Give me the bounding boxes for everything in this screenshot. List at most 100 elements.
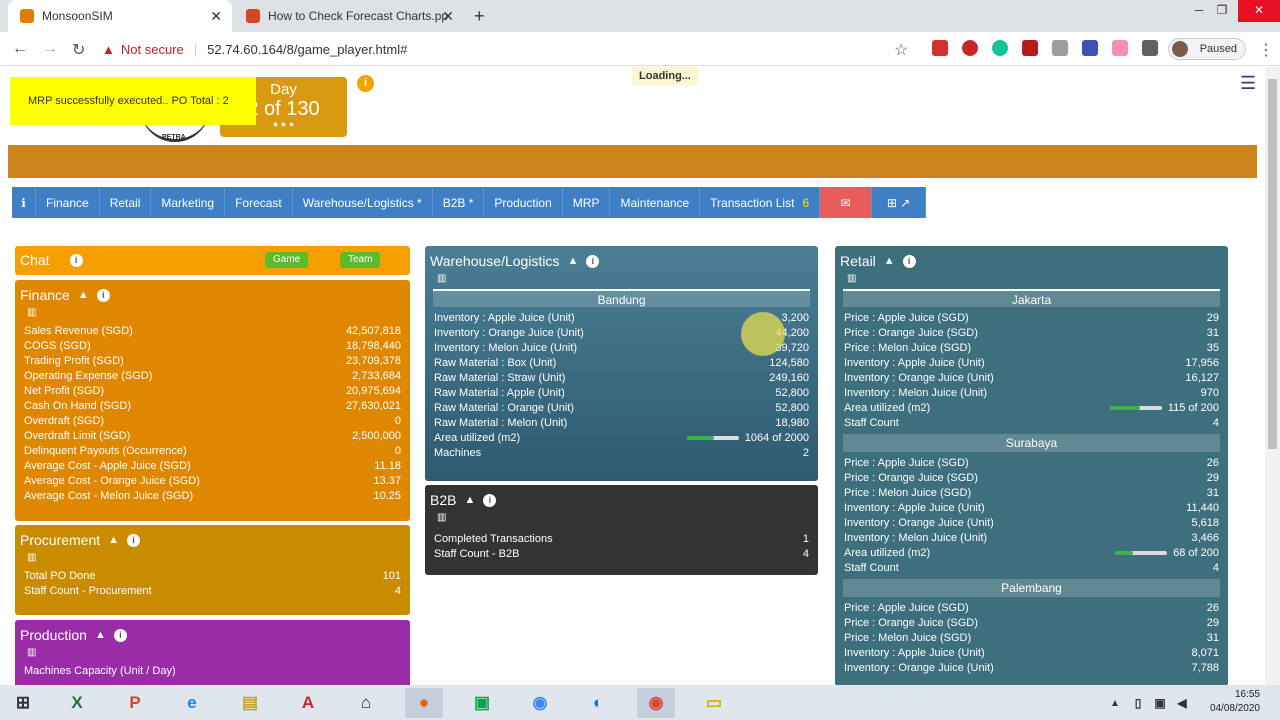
table-row: Average Cost - Apple Juice (SGD) 11.18 [15, 459, 410, 474]
tray-app-icon[interactable]: ▣ [1150, 688, 1170, 718]
info-icon[interactable]: i [113, 628, 127, 642]
chart-icon[interactable]: ▥ [835, 269, 1228, 287]
hamburger-menu-icon[interactable]: ☰ [1240, 73, 1256, 94]
network-icon[interactable]: ▯ [1128, 688, 1148, 718]
row-cell: Price : Orange Juice (SGD) [844, 617, 978, 629]
info-icon[interactable]: i [586, 254, 600, 268]
game-chat-button[interactable]: Game [265, 252, 309, 268]
chromium-icon[interactable]: ◉ [521, 688, 559, 718]
collapse-chevron-icon[interactable]: ▲ [108, 534, 119, 546]
row-cell: Price : Apple Juice (SGD) [844, 312, 969, 324]
windows-start-icon[interactable]: ⊞ [4, 688, 42, 718]
screen-capture-extension-icon[interactable] [1082, 40, 1098, 56]
forward-icon[interactable]: → [42, 40, 58, 58]
mail-icon[interactable]: ✉ [820, 187, 873, 218]
chart-icon[interactable]: ▥ [15, 303, 410, 321]
finance-rows: Sales Revenue (SGD) 42,507,818 COGS (SGD)… [15, 324, 410, 504]
nav-b2b[interactable]: B2B * [432, 187, 485, 218]
info-icon[interactable]: i [69, 253, 83, 267]
grid-chart-icon[interactable]: ⊞ ↗ [872, 187, 927, 218]
chart-icon[interactable]: ▥ [425, 269, 818, 287]
notes-app-icon[interactable]: ▤ [231, 688, 269, 718]
row-cell: Staff Count [844, 417, 899, 429]
row-cell: Staff Count [844, 562, 899, 574]
row-cell: 3,200 [781, 312, 809, 324]
nav-production[interactable]: Production [484, 187, 563, 218]
collapse-chevron-icon[interactable]: ▲ [95, 629, 106, 641]
nav-warehouse-logistics[interactable]: Warehouse/Logistics * [292, 187, 433, 218]
nav-forecast[interactable]: Forecast [225, 187, 293, 218]
collapse-chevron-icon[interactable]: ▲ [567, 255, 578, 267]
acrobat-icon[interactable]: A [289, 688, 327, 718]
reload-icon[interactable]: ↻ [72, 40, 85, 60]
nav-retail[interactable]: Retail [99, 187, 152, 218]
url-field[interactable]: ▲ Not secure | 52.74.60.164/8/game_playe… [102, 38, 917, 60]
nav-transaction-list[interactable]: Transaction List 6 [700, 187, 821, 218]
info-icon[interactable]: i [357, 75, 374, 92]
excel-icon[interactable]: X [58, 688, 96, 718]
home-icon[interactable]: ⌂ [347, 688, 385, 718]
page-scrollbar[interactable] [1265, 67, 1280, 685]
team-chat-button[interactable]: Team [340, 252, 381, 268]
internet-explorer-icon[interactable]: e [173, 688, 211, 718]
back-icon[interactable]: ← [12, 40, 28, 58]
info-icon[interactable]: i [127, 533, 141, 547]
tray-chevron-icon[interactable]: ▲ [1105, 688, 1125, 718]
firefox-icon[interactable]: ● [405, 688, 443, 718]
chat-title: Chat [20, 252, 50, 268]
menu-kebab-icon[interactable]: ⋮ [1258, 40, 1274, 60]
chart-icon[interactable]: ▥ [15, 548, 410, 566]
table-row: Inventory : Orange Juice (Unit) 5,618 [835, 516, 1228, 531]
chat-extension-icon[interactable] [1052, 40, 1068, 56]
procurement-panel: Procurement ▲ i ▥ Total PO Done 101 Staff C… [15, 525, 410, 615]
tab-forecast-charts[interactable]: How to Check Forecast Charts.pp ✕ [234, 0, 464, 32]
maximize-window-icon[interactable]: ❐ [1205, 0, 1239, 22]
nav-mrp[interactable]: MRP [562, 187, 611, 218]
row-cell: Inventory : Orange Juice (Unit) [844, 372, 994, 384]
new-tab-button[interactable]: + [462, 0, 492, 32]
info-icon[interactable]: i [96, 288, 110, 302]
close-tab-icon[interactable]: ✕ [442, 8, 454, 25]
info-icon[interactable]: i [902, 254, 916, 268]
extensions-puzzle-icon[interactable] [1142, 40, 1158, 56]
edge-icon[interactable]: ◐ [579, 688, 617, 718]
nav-finance[interactable]: Finance [36, 187, 100, 218]
close-tab-icon[interactable]: ✕ [210, 8, 222, 25]
cast-extension-icon[interactable] [1112, 40, 1128, 56]
table-row: Price : Orange Juice (SGD) 29 [835, 471, 1228, 486]
row-cell: 18,798,440 [345, 340, 401, 352]
info-icon[interactable]: i [483, 493, 497, 507]
nav-maintenance[interactable]: Maintenance [610, 187, 701, 218]
file-explorer-icon[interactable]: ▭ [695, 688, 733, 718]
row-cell: 29 [1206, 312, 1219, 324]
info-icon[interactable]: ℹ [12, 187, 36, 218]
collapse-chevron-icon[interactable]: ▲ [464, 494, 475, 506]
powerpoint-icon[interactable]: P [116, 688, 154, 718]
adblock-extension-icon[interactable] [932, 40, 948, 56]
nav-marketing[interactable]: Marketing [151, 187, 226, 218]
scrollbar-thumb[interactable] [1268, 79, 1277, 449]
taskbar-clock[interactable]: 16:55 04/08/2020 [1200, 688, 1260, 716]
close-window-icon[interactable]: ✕ [1238, 0, 1280, 22]
chart-icon[interactable]: ▥ [425, 508, 818, 526]
table-row: Raw Material : Melon (Unit) 18,980 [425, 416, 818, 431]
collapse-chevron-icon[interactable]: ▲ [884, 255, 895, 267]
volume-icon[interactable]: ◀ [1172, 688, 1192, 718]
chart-icon[interactable]: ▥ [15, 643, 410, 661]
collapse-chevron-icon[interactable]: ▲ [78, 289, 89, 301]
store-icon[interactable]: ▣ [463, 688, 501, 718]
grammarly-extension-icon[interactable] [992, 40, 1008, 56]
row-cell: 2 [802, 447, 809, 459]
row-cell: 26 [1206, 457, 1219, 469]
profile-button[interactable]: Paused [1168, 38, 1246, 60]
table-row: Staff Count - B2B 4 [425, 547, 818, 562]
row-cell: Average Cost - Apple Juice (SGD) [24, 460, 191, 472]
extension-icon[interactable] [962, 40, 978, 56]
tab-monsoonsim[interactable]: MonsoonSIM ✕ [8, 0, 232, 32]
clock-date: 04/08/2020 [1209, 703, 1260, 714]
row-cell: 124,580 [769, 357, 809, 369]
area-utilized-row: Area utilized (m2) 115 of 200 [835, 401, 1228, 416]
row-cell: 10.25 [373, 490, 401, 502]
chrome-icon[interactable]: ◉ [637, 688, 675, 718]
pdf-extension-icon[interactable] [1022, 40, 1038, 56]
